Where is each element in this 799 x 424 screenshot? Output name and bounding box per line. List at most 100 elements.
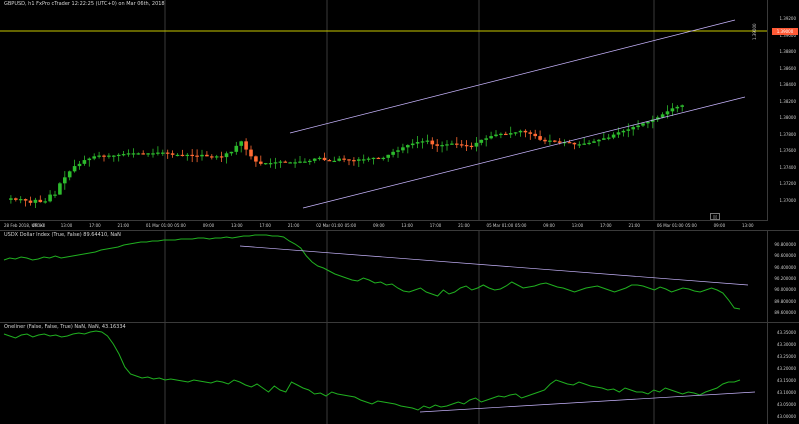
candle-body[interactable] [371,157,376,160]
candle-body[interactable] [386,154,390,158]
candle-body[interactable] [63,177,67,184]
candle-body[interactable] [616,132,621,135]
candle-body[interactable] [190,154,194,157]
oneliner-chart-canvas[interactable] [0,322,768,424]
candle-body[interactable] [406,145,410,148]
candle-body[interactable] [489,136,493,139]
candle-body[interactable] [420,141,425,143]
candle-body[interactable] [151,153,155,155]
candle-body[interactable] [38,199,43,203]
candle-body[interactable] [533,133,537,137]
candle-body[interactable] [229,151,234,154]
candle-body[interactable] [121,154,126,156]
candle-body[interactable] [156,152,160,154]
candle-body[interactable] [352,160,356,162]
candle-body[interactable] [92,156,96,159]
candle-body[interactable] [636,125,640,128]
price-pane[interactable]: GBPUSD, h1 FxPro cTrader 12:22:25 (UTC+0… [0,0,799,220]
candle-body[interactable] [219,156,224,158]
candle-body[interactable] [508,133,513,135]
candle-body[interactable] [116,154,121,157]
candle-body[interactable] [626,129,631,131]
candle-body[interactable] [283,161,288,163]
candle-body[interactable] [48,194,52,202]
candle-body[interactable] [474,142,479,147]
candle-body[interactable] [440,145,444,147]
candle-body[interactable] [538,136,542,140]
candle-body[interactable] [23,199,28,201]
candle-body[interactable] [391,151,395,155]
candle-body[interactable] [528,132,533,134]
candle-body[interactable] [195,155,199,157]
candle-body[interactable] [425,140,430,142]
candle-body[interactable] [72,166,77,172]
candle-body[interactable] [543,139,547,142]
oneliner-trendline[interactable] [419,391,756,413]
candle-body[interactable] [567,142,572,144]
candle-body[interactable] [312,158,317,161]
candle-body[interactable] [641,123,645,126]
candle-body[interactable] [317,157,322,160]
candle-body[interactable] [131,153,136,155]
candle-body[interactable] [631,127,635,130]
candle-body[interactable] [205,154,209,157]
candle-body[interactable] [577,144,582,146]
oneliner-line[interactable] [3,330,741,411]
candle-body[interactable] [680,105,684,107]
candle-body[interactable] [200,154,204,157]
candle-body[interactable] [337,158,341,161]
candle-body[interactable] [548,140,552,142]
candle-body[interactable] [249,149,253,157]
candle-body[interactable] [445,144,449,146]
candle-body[interactable] [401,147,405,151]
candle-body[interactable] [415,142,420,144]
candle-body[interactable] [322,157,327,161]
candle-body[interactable] [582,143,586,145]
candle-body[interactable] [396,150,400,152]
candle-body[interactable] [606,137,611,139]
candle-body[interactable] [376,157,381,160]
candle-body[interactable] [107,155,111,157]
candle-body[interactable] [430,140,435,145]
candle-body[interactable] [14,198,18,200]
candle-body[interactable] [234,145,239,152]
candle-body[interactable] [670,108,675,112]
candle-body[interactable] [58,183,62,195]
candle-body[interactable] [87,158,92,161]
candle-body[interactable] [518,130,523,133]
candle-body[interactable] [435,144,439,146]
candle-body[interactable] [499,133,503,136]
candle-body[interactable] [33,199,38,203]
candle-body[interactable] [165,152,170,154]
oneliner-pane[interactable]: Oneliner (False, False, True) NaN, NaN, … [0,322,799,424]
candle-body[interactable] [332,160,337,163]
candle-body[interactable] [327,160,332,162]
candle-body[interactable] [592,141,596,143]
candle-body[interactable] [303,161,307,163]
candle-body[interactable] [77,163,82,167]
candle-body[interactable] [259,161,263,164]
candle-body[interactable] [9,198,13,200]
candle-body[interactable] [494,134,498,137]
candle-body[interactable] [43,201,47,203]
candle-body[interactable] [126,153,131,155]
candle-body[interactable] [342,158,346,160]
oneliner-axis[interactable]: 43.35000 43.30000 43.25000 43.20000 43.15000… [767,322,799,424]
candle-body[interactable] [170,153,175,155]
candle-body[interactable] [112,155,116,157]
candle-body[interactable] [464,145,469,147]
candle-body[interactable] [459,144,464,146]
price-axis[interactable]: 1.39200 1.39000 1.38800 1.38600 1.38400 1.382… [767,0,799,220]
candle-body[interactable] [67,171,72,178]
candle-body[interactable] [523,130,528,133]
usdx-pane[interactable]: USDX Dollar Index (True, False) 89.64410… [0,230,799,322]
candle-body[interactable] [18,199,23,201]
candle-body[interactable] [82,160,87,164]
candle-body[interactable] [136,153,141,155]
candle-body[interactable] [347,159,351,161]
candle-body[interactable] [97,155,101,157]
candle-body[interactable] [553,140,557,142]
candle-body[interactable] [278,161,283,163]
candle-body[interactable] [597,139,601,142]
candle-body[interactable] [175,154,180,157]
